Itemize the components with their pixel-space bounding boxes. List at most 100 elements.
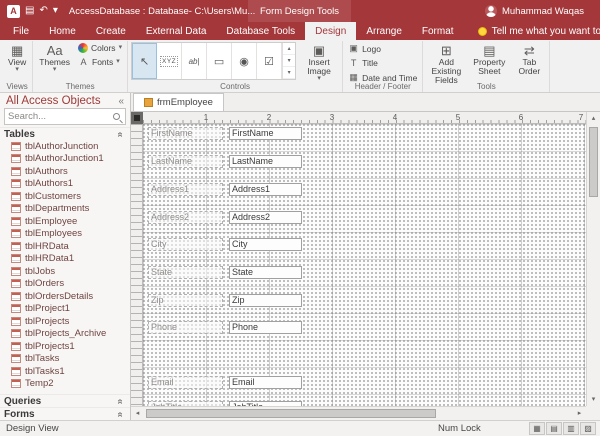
search-input[interactable] [8, 111, 113, 122]
gallery-more-icon[interactable]: ▾ [283, 67, 295, 79]
sidebar-item-table[interactable]: tblCustomers [0, 190, 130, 203]
datasheet-view-icon[interactable]: ▤ [546, 422, 562, 435]
field-textbox-control[interactable]: FirstName [229, 127, 302, 140]
access-app-icon[interactable]: A [7, 5, 20, 18]
gallery-scroll-down-icon[interactable]: ▾ [283, 55, 295, 67]
field-textbox-control[interactable]: Email [229, 376, 302, 389]
layout-view-icon[interactable]: ▥ [563, 422, 579, 435]
view-button[interactable]: ▦ View ▾ [5, 42, 29, 74]
title-button[interactable]: T Title [346, 57, 419, 69]
sidebar-item-table[interactable]: tblAuthors1 [0, 178, 130, 191]
sidebar-item-table[interactable]: tblTasks [0, 353, 130, 366]
shutter-bar-icon[interactable]: « [118, 96, 124, 107]
field-textbox-control[interactable]: LastName [229, 155, 302, 168]
table-icon [11, 192, 21, 201]
option-control-tool[interactable]: ◉ [232, 43, 257, 79]
table-icon [11, 367, 21, 376]
textbox-control-tool[interactable]: ab| [182, 43, 207, 79]
field-label-control[interactable]: FirstName [148, 127, 223, 140]
sidebar-item-table[interactable]: tblDepartments [0, 203, 130, 216]
add-existing-fields-icon: ⊞ [441, 43, 452, 58]
ruler-mark: 6 [519, 113, 523, 122]
tab-create[interactable]: Create [86, 22, 136, 40]
sidebar-item-table[interactable]: tblTasks1 [0, 365, 130, 378]
checkbox-control-tool[interactable]: ☑ [257, 43, 282, 79]
field-textbox-control[interactable]: Address1 [229, 183, 302, 196]
tab-frmEmployee[interactable]: frmEmployee [133, 93, 224, 111]
field-textbox-control[interactable]: Address2 [229, 211, 302, 224]
sidebar-item-table[interactable]: tblProject1 [0, 303, 130, 316]
logo-button[interactable]: ▣ Logo [346, 42, 419, 55]
field-textbox-control[interactable]: City [229, 238, 302, 251]
table-icon [11, 167, 21, 176]
horizontal-scroll-thumb[interactable] [146, 409, 436, 418]
qat-customize-icon[interactable]: ▾ [53, 5, 58, 17]
design-grid-canvas[interactable]: FirstName FirstName LastName LastName Addr… [143, 124, 586, 406]
sidebar-item-table[interactable]: tblProjects1 [0, 340, 130, 353]
undo-icon[interactable]: ↶ [39, 5, 47, 17]
gallery-scroll-up-icon[interactable]: ▴ [283, 43, 295, 55]
field-label-control[interactable]: Phone [148, 321, 223, 334]
scroll-right-icon[interactable]: ▸ [573, 407, 586, 420]
vertical-scroll-thumb[interactable] [589, 127, 598, 197]
vertical-scrollbar[interactable]: ▴ ▾ [586, 112, 600, 406]
section-header-tables[interactable]: Tables « [0, 127, 130, 140]
insert-image-button[interactable]: ▣ Insert Image ▾ [299, 42, 339, 83]
select-control[interactable]: ↖ [132, 43, 157, 79]
sidebar-item-table[interactable]: tblAuthors [0, 165, 130, 178]
form-view-icon[interactable]: ▦ [529, 422, 545, 435]
sidebar-item-table[interactable]: tblAuthorJunction1 [0, 153, 130, 166]
tell-me-box[interactable]: Tell me what you want to do [478, 22, 600, 40]
form-selector-button[interactable] [131, 112, 143, 124]
section-header-forms[interactable]: Forms « [0, 407, 130, 420]
field-label-control[interactable]: Address2 [148, 211, 223, 224]
tab-database-tools[interactable]: Database Tools [216, 22, 305, 40]
sidebar-item-table[interactable]: tblProjects [0, 315, 130, 328]
themes-button[interactable]: Aa Themes ▾ [36, 42, 73, 74]
tab-file[interactable]: File [3, 22, 39, 40]
table-name: tblOrders [25, 278, 64, 289]
sidebar-item-table[interactable]: tblJobs [0, 265, 130, 278]
tab-external-data[interactable]: External Data [136, 22, 217, 40]
colors-button[interactable]: Colors ▾ [76, 42, 124, 54]
property-sheet-button[interactable]: ▤ Property Sheet [469, 42, 509, 77]
tab-order-button[interactable]: ⇄ Tab Order [512, 42, 546, 77]
scroll-up-icon[interactable]: ▴ [587, 112, 600, 125]
horizontal-scrollbar[interactable]: ◂ ▸ [131, 406, 586, 420]
tab-design[interactable]: Design [305, 22, 356, 40]
scroll-down-icon[interactable]: ▾ [587, 393, 600, 406]
field-textbox-control[interactable]: State [229, 266, 302, 279]
sidebar-item-table[interactable]: tblHRData [0, 240, 130, 253]
field-label-control[interactable]: Zip [148, 294, 223, 307]
sidebar-item-table[interactable]: tblOrders [0, 278, 130, 291]
nav-pane-header[interactable]: All Access Objects « [0, 93, 130, 108]
table-icon [11, 179, 21, 188]
field-textbox-control[interactable]: Zip [229, 294, 302, 307]
add-existing-fields-button[interactable]: ⊞ Add Existing Fields [426, 42, 466, 86]
field-label-control[interactable]: State [148, 266, 223, 279]
tab-home[interactable]: Home [39, 22, 86, 40]
field-label-control[interactable]: City [148, 238, 223, 251]
field-textbox-control[interactable]: Phone [229, 321, 302, 334]
save-icon[interactable]: ▤ [25, 5, 34, 17]
sidebar-item-table[interactable]: tblOrdersDetails [0, 290, 130, 303]
scroll-left-icon[interactable]: ◂ [131, 407, 144, 420]
section-header-queries[interactable]: Queries « [0, 394, 130, 407]
account-area[interactable]: Muhammad Waqas [485, 5, 600, 17]
label-control-tool[interactable]: XYZ [157, 43, 182, 79]
button-control-tool[interactable]: ▭ [207, 43, 232, 79]
sidebar-item-table[interactable]: tblEmployees [0, 228, 130, 241]
sidebar-item-table[interactable]: tblProjects_Archive [0, 328, 130, 341]
field-label-control[interactable]: Address1 [148, 183, 223, 196]
fonts-button[interactable]: A Fonts ▾ [76, 56, 124, 68]
field-label-control[interactable]: Email [148, 376, 223, 389]
sidebar-item-table[interactable]: Temp2 [0, 378, 130, 391]
sidebar-item-table[interactable]: tblEmployee [0, 215, 130, 228]
field-label-control[interactable]: LastName [148, 155, 223, 168]
tab-format[interactable]: Format [412, 22, 464, 40]
design-view-icon[interactable]: ▨ [580, 422, 596, 435]
sidebar-item-table[interactable]: tblAuthorJunction [0, 140, 130, 153]
dropdown-icon: ▾ [317, 76, 321, 82]
tab-arrange[interactable]: Arrange [356, 22, 412, 40]
sidebar-item-table[interactable]: tblHRData1 [0, 253, 130, 266]
